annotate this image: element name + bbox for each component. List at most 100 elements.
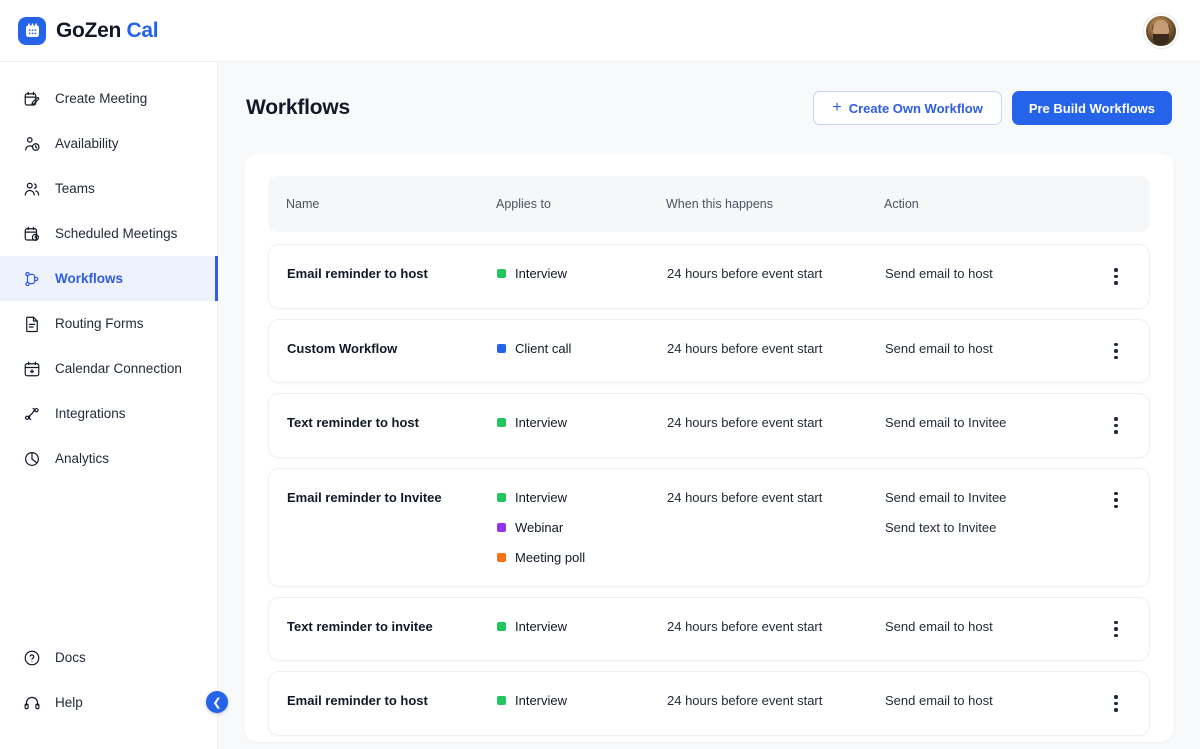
column-header-name: Name	[286, 197, 320, 211]
sidebar-item-label: Availability	[55, 136, 119, 151]
brand-logo-group[interactable]: GoZen Cal	[18, 16, 159, 45]
row-menu-cell	[1101, 598, 1131, 661]
sidebar-item-routing-forms[interactable]: Routing Forms	[0, 301, 217, 346]
create-own-workflow-button[interactable]: + Create Own Workflow	[813, 91, 1002, 125]
kebab-menu-icon[interactable]	[1108, 598, 1124, 661]
applies-to-tag: Interview	[497, 619, 667, 634]
tag-label: Interview	[515, 415, 568, 430]
tag-label: Meeting poll	[515, 549, 586, 565]
action-line: Send email to host	[885, 618, 993, 634]
applies-to-tag: Interview	[497, 266, 667, 281]
row-action: Send email to host	[885, 245, 1101, 302]
sidebar-item-create-meeting[interactable]: Create Meeting	[0, 76, 217, 121]
row-action: Send email to Invitee	[885, 394, 1101, 451]
row-menu-cell	[1101, 320, 1131, 383]
calendar-icon	[18, 16, 46, 45]
action-line: Send email to host	[885, 340, 993, 356]
avatar[interactable]	[1144, 13, 1178, 48]
column-header-applies-to: Applies to	[496, 197, 551, 211]
table-row[interactable]: Email reminder to host Interview 24 hours …	[268, 244, 1150, 309]
action-line: Send email to Invitee	[885, 415, 1007, 430]
sidebar-item-docs[interactable]: Docs	[0, 635, 217, 680]
row-when-this-happens: 24 hours before event start	[667, 415, 823, 430]
workflows-table-card: Name Applies to When this happens Action…	[244, 154, 1174, 742]
sidebar-item-label: Workflows	[55, 271, 124, 286]
sidebar-collapse-button[interactable]: ❮	[206, 691, 228, 713]
page-title: Workflows	[246, 96, 350, 119]
calendar-edit-icon	[22, 89, 41, 108]
table-row[interactable]: Text reminder to invitee Interview 24 hour…	[268, 596, 1150, 661]
tag-label: Interview	[515, 693, 568, 708]
sidebar-item-scheduled-meetings[interactable]: Scheduled Meetings	[0, 211, 217, 256]
sidebar-item-label: Docs	[55, 650, 86, 665]
row-when-this-happens: 24 hours before event start	[667, 618, 823, 634]
action-line: Send email to Invitee	[885, 489, 1007, 505]
sidebar-item-label: Analytics	[55, 451, 110, 466]
sidebar-item-label: Help	[55, 695, 83, 710]
row-menu-cell	[1101, 672, 1131, 735]
sidebar-item-integrations[interactable]: Integrations	[0, 391, 217, 436]
applies-to-tag: Client call	[497, 341, 667, 356]
kebab-menu-icon[interactable]	[1108, 469, 1124, 532]
row-menu-cell	[1101, 245, 1131, 308]
sidebar-item-label: Scheduled Meetings	[55, 226, 178, 241]
sidebar-item-workflows[interactable]: Workflows	[0, 256, 218, 301]
table-row[interactable]: Email reminder to Invitee Interview Webina…	[268, 467, 1150, 587]
tag-color-swatch	[497, 621, 506, 631]
row-action: Send email to Invitee Send text to Invite…	[885, 469, 1101, 556]
applies-to-tag: Interview	[497, 415, 667, 430]
row-applies-to: Interview	[497, 245, 667, 302]
question-circle-icon	[22, 648, 41, 667]
integrations-icon	[22, 404, 41, 423]
app-root: GoZen Cal Create Meeting Availability Te…	[0, 0, 1200, 749]
column-header-when: When this happens	[666, 197, 774, 211]
tag-color-swatch	[497, 696, 506, 705]
tag-label: Interview	[515, 489, 568, 505]
kebab-menu-icon[interactable]	[1108, 245, 1124, 308]
sidebar-item-teams[interactable]: Teams	[0, 166, 217, 211]
sidebar-item-label: Calendar Connection	[55, 361, 182, 376]
workflow-nodes-icon	[22, 269, 41, 288]
kebab-menu-icon[interactable]	[1108, 672, 1124, 735]
row-applies-to: Interview	[497, 394, 667, 451]
calendar-clock-icon	[22, 224, 41, 243]
sidebar-nav-bottom: Docs Help	[0, 635, 217, 749]
action-line: Send text to Invitee	[885, 519, 997, 535]
row-name: Text reminder to host	[287, 415, 419, 430]
sidebar-item-calendar-connection[interactable]: Calendar Connection	[0, 346, 217, 391]
page-header: Workflows + Create Own Workflow Pre Buil…	[244, 62, 1174, 154]
brand-name: GoZen Cal	[56, 19, 159, 43]
people-icon	[22, 179, 41, 198]
pre-build-workflows-button[interactable]: Pre Build Workflows	[1011, 91, 1172, 125]
header-actions: + Create Own Workflow Pre Build Workflow…	[813, 91, 1172, 125]
sidebar-item-help[interactable]: Help	[0, 680, 217, 725]
headset-icon	[22, 693, 41, 712]
table-rows-container: Email reminder to host Interview 24 hours …	[268, 244, 1150, 736]
sidebar-item-analytics[interactable]: Analytics	[0, 436, 217, 481]
table-row[interactable]: Custom Workflow Client call 24 hours befor…	[268, 318, 1150, 383]
table-row[interactable]: Text reminder to host Interview 24 hours b…	[268, 393, 1150, 458]
main-content: Workflows + Create Own Workflow Pre Buil…	[218, 62, 1200, 749]
row-menu-cell	[1101, 394, 1131, 457]
kebab-menu-icon[interactable]	[1108, 320, 1124, 383]
kebab-menu-icon[interactable]	[1108, 394, 1124, 457]
sidebar-item-availability[interactable]: Availability	[0, 121, 217, 166]
sidebar-nav-main: Create Meeting Availability Teams Schedu…	[0, 76, 218, 481]
row-name: Custom Workflow	[287, 340, 398, 356]
table-header-row: Name Applies to When this happens Action	[268, 176, 1150, 232]
column-header-action: Action	[884, 197, 919, 211]
document-icon	[22, 314, 41, 333]
pie-chart-icon	[22, 449, 41, 468]
row-name: Email reminder to Invitee	[287, 489, 442, 505]
chevron-left-icon: ❮	[212, 696, 222, 709]
row-applies-to: Interview	[497, 672, 667, 729]
table-row[interactable]: Email reminder to host Interview 24 hours …	[268, 671, 1150, 736]
row-action: Send email to host	[885, 598, 1101, 655]
row-action: Send email to host	[885, 672, 1101, 729]
row-name: Text reminder to invitee	[287, 618, 433, 634]
sidebar-item-label: Teams	[55, 181, 95, 196]
sidebar: Create Meeting Availability Teams Schedu…	[0, 62, 228, 749]
applies-to-tag: Interview	[497, 693, 667, 708]
avatar-beard	[1153, 34, 1169, 46]
tag-color-swatch	[497, 552, 506, 562]
